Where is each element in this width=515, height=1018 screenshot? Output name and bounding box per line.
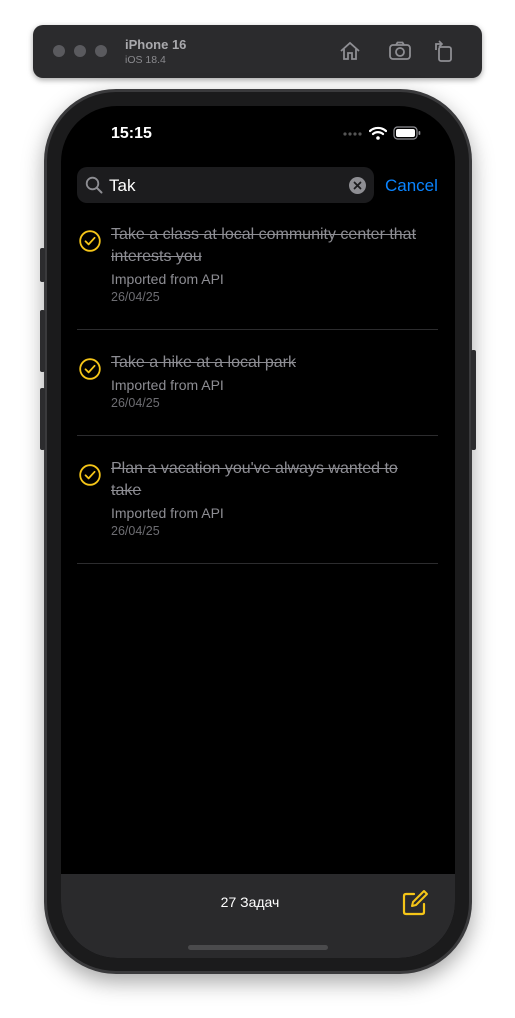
task-date: 26/04/25 (111, 290, 160, 304)
task-title: Plan a vacation you've always wanted to … (111, 460, 398, 499)
divider (77, 563, 438, 564)
cellular-icon (343, 132, 362, 136)
volume-up-button (40, 310, 45, 372)
minimize-window-button[interactable] (74, 45, 86, 57)
status-icons (343, 126, 421, 140)
task-title: Take a class at local community center t… (111, 226, 417, 265)
wifi-icon (369, 126, 387, 140)
task-date: 26/04/25 (111, 524, 160, 538)
task-note: Imported from API (111, 505, 224, 521)
zoom-window-button[interactable] (95, 45, 107, 57)
task-row[interactable]: Take a class at local community center t… (77, 224, 438, 330)
search-field[interactable]: Tak (77, 167, 374, 203)
search-icon (85, 176, 103, 194)
checkmark-circle-icon[interactable] (79, 230, 101, 252)
home-icon[interactable] (337, 38, 363, 64)
task-date: 26/04/25 (111, 396, 160, 410)
simulator-toolbar: iPhone 16 iOS 18.4 (33, 25, 482, 78)
screenshot-icon[interactable] (387, 38, 413, 64)
close-window-button[interactable] (53, 45, 65, 57)
battery-icon (393, 126, 421, 140)
bottom-toolbar: 27 Задач (61, 874, 455, 958)
task-note: Imported from API (111, 271, 224, 287)
divider (77, 435, 438, 436)
status-time: 15:15 (111, 125, 152, 142)
action-button (40, 248, 45, 282)
task-row[interactable]: Take a hike at a local park Imported fro… (77, 352, 438, 436)
window-controls (53, 45, 107, 57)
phone-screen: 15:15 Tak Cancel Take a class at local c… (61, 106, 455, 958)
cancel-button[interactable]: Cancel (385, 176, 438, 196)
task-count: 27 Задач (220, 894, 280, 910)
os-version: iOS 18.4 (125, 54, 166, 66)
task-note: Imported from API (111, 377, 224, 393)
power-button (471, 350, 476, 450)
checkmark-circle-icon[interactable] (79, 358, 101, 380)
volume-down-button (40, 388, 45, 450)
task-title: Take a hike at a local park (111, 354, 296, 371)
task-row[interactable]: Plan a vacation you've always wanted to … (77, 458, 438, 564)
divider (77, 329, 438, 330)
compose-icon[interactable] (401, 889, 429, 917)
search-input[interactable]: Tak (109, 176, 135, 196)
checkmark-circle-icon[interactable] (79, 464, 101, 486)
task-list: Take a class at local community center t… (77, 224, 438, 586)
rotate-icon[interactable] (431, 38, 457, 64)
home-indicator[interactable] (188, 945, 328, 950)
clear-search-icon[interactable] (349, 177, 366, 194)
device-name: iPhone 16 (125, 37, 187, 52)
